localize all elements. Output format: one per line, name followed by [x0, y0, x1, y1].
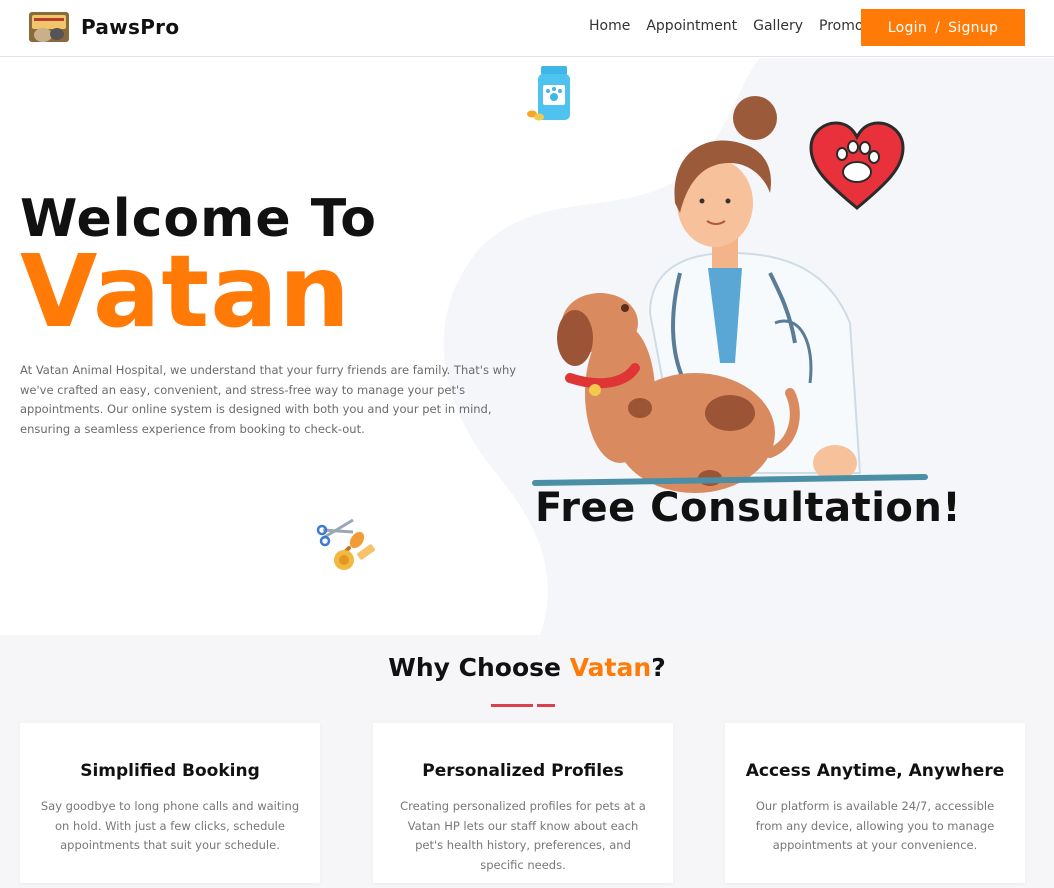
- feature-card-profiles: Personalized Profiles Creating personali…: [373, 723, 673, 883]
- why-title: Why Choose Vatan?: [0, 653, 1054, 682]
- feature-card-booking: Simplified Booking Say goodbye to long p…: [20, 723, 320, 883]
- nav-link-home[interactable]: Home: [589, 18, 630, 34]
- card-text: Our platform is available 24/7, accessib…: [755, 799, 995, 852]
- login-label: Login: [887, 19, 928, 36]
- vet-with-dog-illustration: [532, 96, 928, 493]
- hero-section: Welcome To Vatan At Vatan Animal Hospita…: [0, 58, 1054, 635]
- login-signup-button[interactable]: Login / Signup: [861, 9, 1025, 46]
- title-underline: [491, 704, 555, 707]
- brand-name: PawsPro: [81, 15, 180, 39]
- nav-link-appointment[interactable]: Appointment: [646, 18, 737, 34]
- hero-title-line2: Vatan: [20, 233, 351, 350]
- feature-card-access: Access Anytime, Anywhere Our platform is…: [725, 723, 1025, 883]
- free-consultation-banner: Free Consultation!: [535, 485, 962, 531]
- nav-links: Home Appointment Gallery Promos: [589, 18, 871, 34]
- separator: /: [935, 19, 941, 36]
- card-title: Access Anytime, Anywhere: [745, 761, 1005, 781]
- signup-label: Signup: [948, 19, 999, 36]
- nav-link-gallery[interactable]: Gallery: [753, 18, 803, 34]
- card-title: Simplified Booking: [80, 761, 260, 781]
- why-title-prefix: Why Choose: [388, 653, 570, 682]
- brand[interactable]: PawsPro: [27, 8, 179, 46]
- card-text: Creating personalized profiles for pets …: [400, 799, 646, 872]
- hero-description: At Vatan Animal Hospital, we understand …: [20, 363, 517, 436]
- why-title-accent: Vatan: [569, 653, 652, 682]
- navbar: PawsPro Home Appointment Gallery Promos …: [0, 0, 1054, 57]
- logo-icon: [29, 12, 69, 42]
- card-title: Personalized Profiles: [422, 761, 624, 781]
- why-choose-section: Why Choose Vatan? Simplified Booking Say…: [0, 635, 1054, 888]
- grooming-tools-icon: [316, 518, 375, 570]
- why-title-suffix: ?: [651, 653, 666, 682]
- card-text: Say goodbye to long phone calls and wait…: [40, 799, 300, 852]
